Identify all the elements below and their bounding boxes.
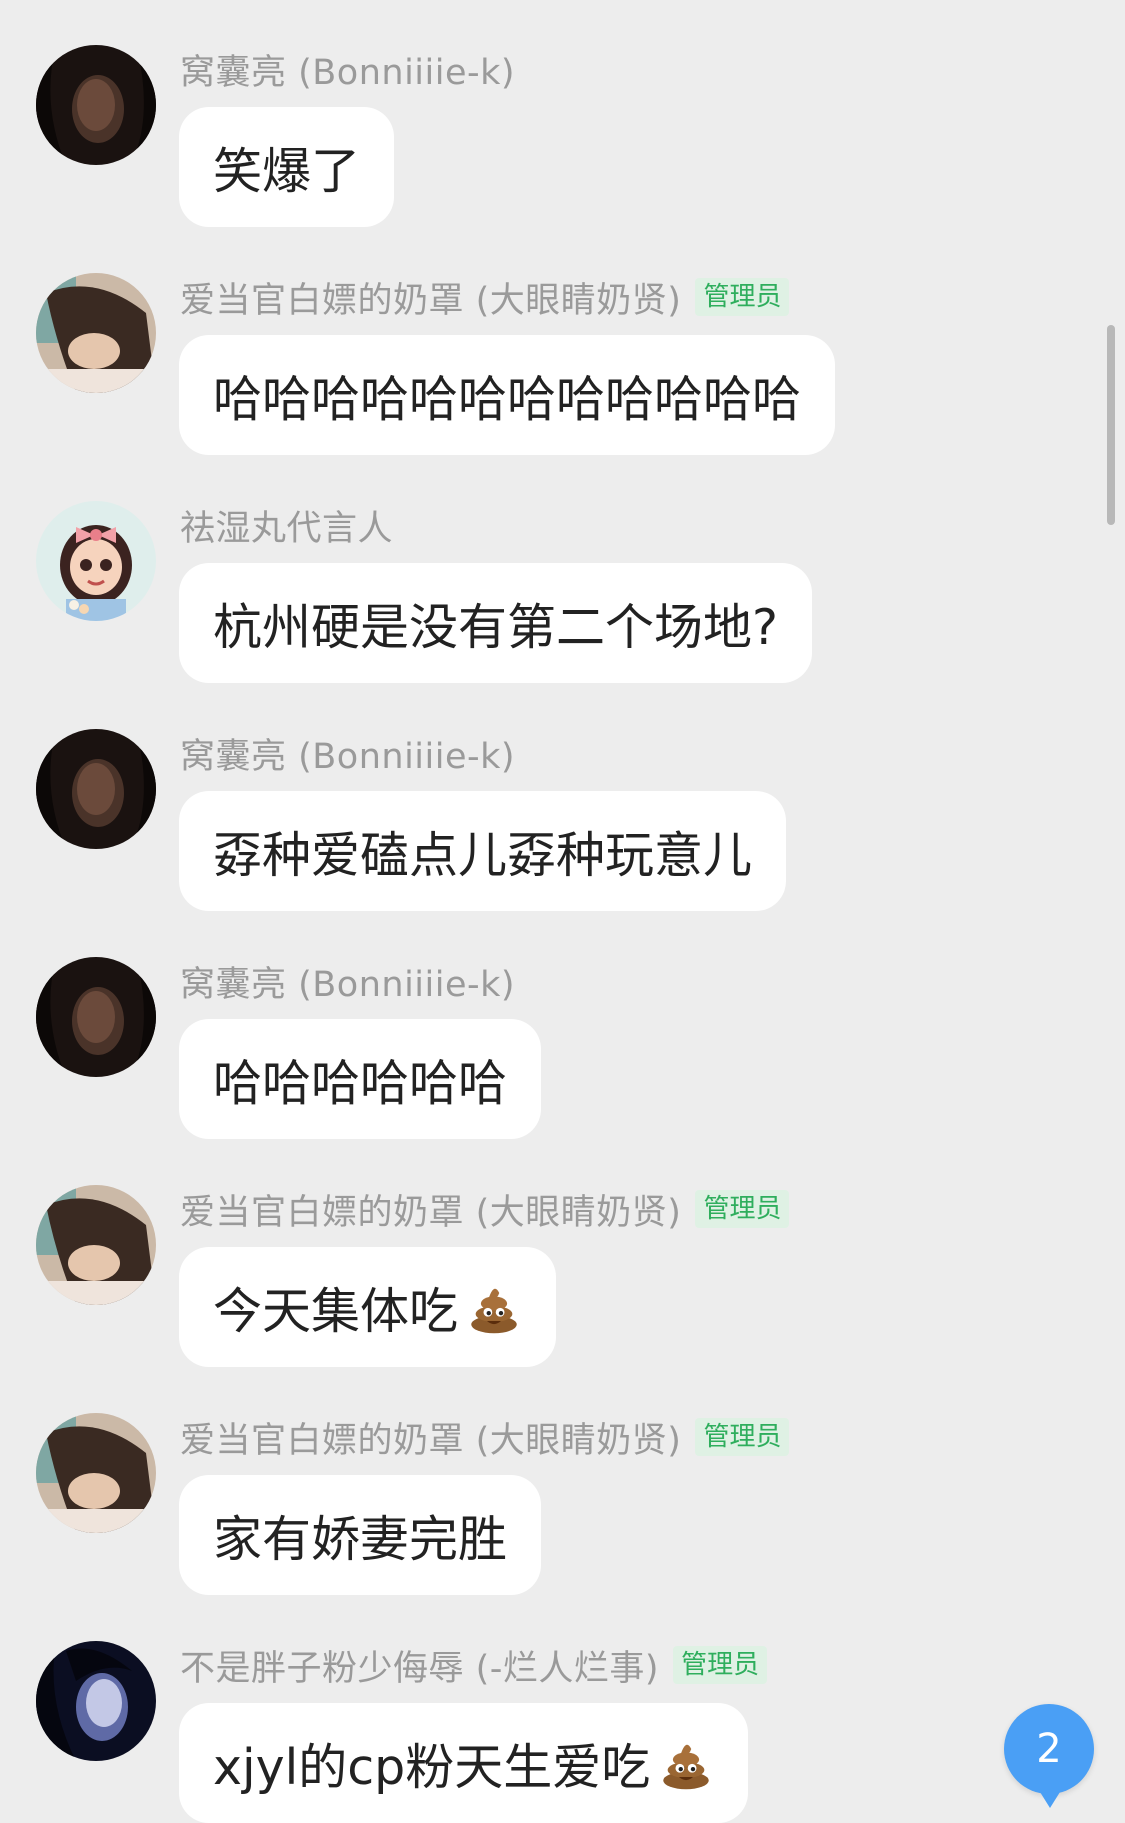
avatar-image	[36, 729, 156, 849]
sender-row: 窝囊亮 (Bonniiiie-k)	[180, 47, 515, 93]
message-text: xjyl的cp粉天生爱吃	[213, 1738, 651, 1796]
sender-row: 爱当官白嫖的奶罩 (大眼睛奶贤) 管理员	[180, 275, 790, 321]
message-bubble[interactable]: 杭州硬是没有第二个场地?	[179, 563, 813, 683]
sender-name[interactable]: 祛湿丸代言人	[180, 500, 393, 551]
avatar-image	[36, 1641, 156, 1761]
avatar[interactable]	[36, 1641, 156, 1761]
pile-of-poo-icon	[466, 1279, 522, 1335]
avatar-image	[36, 957, 156, 1077]
pile-of-poo-icon	[658, 1735, 714, 1791]
avatar[interactable]	[36, 273, 156, 393]
message-text: 杭州硬是没有第二个场地?	[213, 598, 779, 656]
message-bubble[interactable]: 笑爆了	[179, 107, 395, 227]
sender-name[interactable]: 不是胖子粉少侮辱 (-烂人烂事)	[180, 1640, 659, 1691]
avatar-image	[36, 45, 156, 165]
admin-badge: 管理员	[673, 1646, 768, 1684]
message-text: 孬种爱磕点儿孬种玩意儿	[213, 826, 753, 884]
message-bubble[interactable]: xjyl的cp粉天生爱吃	[179, 1703, 749, 1823]
message-bubble[interactable]: 家有娇妻完胜	[179, 1475, 542, 1595]
avatar-image	[36, 501, 156, 621]
avatar[interactable]	[36, 1413, 156, 1533]
sender-name[interactable]: 爱当官白嫖的奶罩 (大眼睛奶贤)	[180, 1184, 681, 1235]
sender-name[interactable]: 窝囊亮 (Bonniiiie-k)	[180, 728, 515, 779]
message-text: 笑爆了	[213, 142, 361, 200]
avatar-image	[36, 1413, 156, 1533]
sender-row: 窝囊亮 (Bonniiiie-k)	[180, 731, 515, 777]
avatar[interactable]	[36, 1185, 156, 1305]
avatar[interactable]	[36, 729, 156, 849]
message-bubble[interactable]: 哈哈哈哈哈哈哈哈哈哈哈哈	[179, 335, 836, 455]
avatar[interactable]	[36, 45, 156, 165]
sender-name[interactable]: 窝囊亮 (Bonniiiie-k)	[180, 956, 515, 1007]
sender-row: 祛湿丸代言人	[180, 503, 393, 549]
sender-name[interactable]: 爱当官白嫖的奶罩 (大眼睛奶贤)	[180, 272, 681, 323]
message-text: 家有娇妻完胜	[213, 1510, 508, 1568]
admin-badge: 管理员	[695, 1190, 790, 1228]
admin-badge: 管理员	[695, 1418, 790, 1456]
message-text: 今天集体吃	[213, 1282, 459, 1340]
message-bubble[interactable]: 哈哈哈哈哈哈	[179, 1019, 542, 1139]
sender-row: 不是胖子粉少侮辱 (-烂人烂事) 管理员	[180, 1643, 768, 1689]
scrollbar[interactable]	[1107, 325, 1115, 525]
unread-count: 2	[1036, 1726, 1062, 1772]
avatar[interactable]	[36, 957, 156, 1077]
message-bubble[interactable]: 孬种爱磕点儿孬种玩意儿	[179, 791, 787, 911]
message-text: 哈哈哈哈哈哈哈哈哈哈哈哈	[213, 370, 802, 428]
message-bubble[interactable]: 今天集体吃	[179, 1247, 557, 1367]
sender-row: 爱当官白嫖的奶罩 (大眼睛奶贤) 管理员	[180, 1415, 790, 1461]
sender-row: 爱当官白嫖的奶罩 (大眼睛奶贤) 管理员	[180, 1187, 790, 1233]
avatar-image	[36, 1185, 156, 1305]
admin-badge: 管理员	[695, 278, 790, 316]
avatar-image	[36, 273, 156, 393]
message-text: 哈哈哈哈哈哈	[213, 1054, 508, 1112]
sender-name[interactable]: 爱当官白嫖的奶罩 (大眼睛奶贤)	[180, 1412, 681, 1463]
avatar[interactable]	[36, 501, 156, 621]
sender-name[interactable]: 窝囊亮 (Bonniiiie-k)	[180, 44, 515, 95]
unread-count-button[interactable]: 2	[1004, 1704, 1094, 1808]
sender-row: 窝囊亮 (Bonniiiie-k)	[180, 959, 515, 1005]
